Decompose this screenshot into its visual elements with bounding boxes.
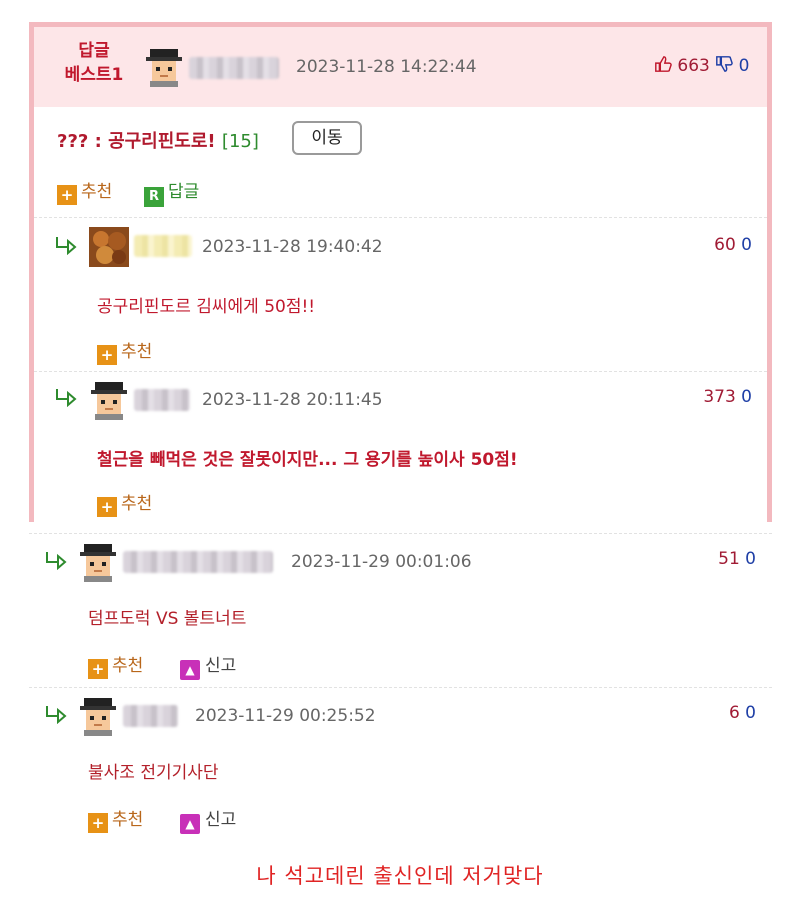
reply-r-icon: R	[144, 187, 164, 207]
report-label: 신고	[205, 810, 237, 830]
author-name-blurred[interactable]	[134, 389, 190, 411]
vote-counts: 6 0	[729, 703, 756, 723]
best-reply-header: 답글 베스트1 2023-11-28 14:22:44 663 0	[34, 27, 767, 107]
plus-icon: +	[97, 497, 117, 517]
recommend-button[interactable]: + 추천	[97, 489, 152, 517]
vote-counts: 663 0	[654, 55, 750, 76]
vote-counts: 373 0	[703, 387, 752, 407]
divider	[29, 687, 772, 688]
move-button[interactable]: 이동	[292, 121, 362, 155]
reply-count: [15]	[221, 131, 259, 152]
recommend-label: 추천	[112, 810, 144, 830]
reply-label: 답글	[168, 182, 200, 202]
report-button[interactable]: ▲ 신고	[180, 651, 236, 680]
report-button[interactable]: ▲ 신고	[180, 805, 236, 834]
comment-timestamp: 2023-11-28 14:22:44	[296, 57, 477, 77]
title-text: 공구리핀도로!	[108, 131, 216, 152]
recommend-label: 추천	[81, 182, 113, 202]
best-label-line2: 베스트1	[64, 65, 124, 85]
report-label: 신고	[205, 656, 237, 676]
author-name-blurred[interactable]	[134, 235, 192, 257]
vote-counts: 60 0	[714, 235, 752, 255]
comment-timestamp: 2023-11-28 19:40:42	[202, 237, 383, 257]
avatar-icon[interactable]	[89, 227, 129, 267]
divider	[29, 533, 772, 534]
up-count: 6	[728, 703, 740, 723]
thumbs-down-icon[interactable]	[715, 55, 734, 73]
reply-arrow-icon	[46, 552, 67, 570]
down-count: 0	[741, 387, 752, 407]
reply-button[interactable]: R 답글	[144, 177, 199, 207]
plus-icon: +	[88, 659, 108, 679]
down-count: 0	[741, 235, 752, 255]
best-reply-box: 답글 베스트1 2023-11-28 14:22:44 663 0 ??? : …	[29, 22, 772, 522]
up-count: 373	[703, 387, 736, 407]
best-label-line1: 답글	[78, 41, 110, 61]
down-count: 0	[745, 549, 756, 569]
recommend-label: 추천	[121, 494, 153, 514]
recommend-button[interactable]: + 추천	[88, 805, 143, 833]
comment-text: 공구리핀도르 김씨에게 50점!!	[97, 297, 316, 317]
avatar-icon[interactable]	[144, 47, 184, 87]
recommend-label: 추천	[121, 342, 153, 362]
report-siren-icon: ▲	[180, 660, 200, 680]
recommend-button[interactable]: + 추천	[88, 651, 143, 679]
plus-icon: +	[97, 345, 117, 365]
avatar-icon[interactable]	[89, 380, 129, 420]
reply-arrow-icon	[46, 706, 67, 724]
comment-text: 철근을 빼먹은 것은 잘못이지만... 그 용기를 높이사 50점!	[97, 450, 518, 470]
caption-text: 나 석고데린 출신인데 저거맞다	[256, 864, 544, 888]
down-count: 0	[738, 56, 750, 76]
divider	[34, 217, 767, 218]
best-reply-label: 답글 베스트1	[52, 39, 136, 87]
up-count: 60	[714, 235, 736, 255]
author-name-blurred[interactable]	[189, 57, 279, 79]
plus-icon: +	[57, 185, 77, 205]
comment-timestamp: 2023-11-28 20:11:45	[202, 390, 383, 410]
avatar-icon[interactable]	[78, 696, 118, 736]
author-name-blurred[interactable]	[123, 705, 178, 727]
comment-timestamp: 2023-11-29 00:25:52	[195, 706, 376, 726]
recommend-label: 추천	[112, 656, 144, 676]
vote-counts: 51 0	[718, 549, 756, 569]
down-count: 0	[745, 703, 756, 723]
avatar-icon[interactable]	[78, 542, 118, 582]
thumbs-up-icon[interactable]	[654, 55, 672, 73]
comment-text: 불사조 전기기사단	[88, 763, 219, 783]
up-count: 663	[677, 56, 710, 76]
best-reply-title: ??? : 공구리핀도로! [15]	[57, 127, 259, 153]
up-count: 51	[718, 549, 740, 569]
reply-arrow-icon	[56, 237, 77, 255]
plus-icon: +	[88, 813, 108, 833]
divider	[34, 371, 767, 372]
recommend-button[interactable]: + 추천	[57, 177, 112, 205]
title-prefix: ??? :	[57, 131, 109, 152]
comment-timestamp: 2023-11-29 00:01:06	[291, 552, 472, 572]
comment-text: 덤프도럭 VS 볼트너트	[88, 609, 247, 629]
recommend-button[interactable]: + 추천	[97, 337, 152, 365]
report-siren-icon: ▲	[180, 814, 200, 834]
reply-arrow-icon	[56, 389, 77, 407]
author-name-blurred[interactable]	[123, 551, 273, 573]
